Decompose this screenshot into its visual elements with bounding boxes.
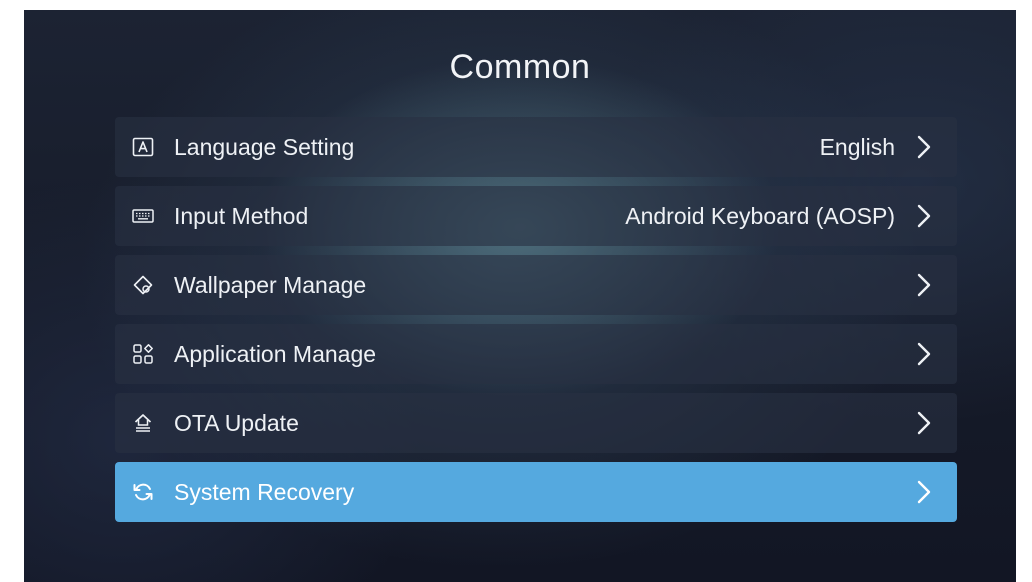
menu-item-input-method[interactable]: Input Method Android Keyboard (AOSP) [115,186,957,246]
menu-item-label: Language Setting [174,133,355,160]
update-house-icon [132,412,154,434]
menu-item-label: Input Method [174,202,309,229]
menu-item-label: OTA Update [174,409,299,436]
menu-item-value: Android Keyboard (AOSP) [625,202,895,229]
apps-grid-icon [132,343,154,365]
chevron-right-icon [917,411,931,435]
menu-item-label: System Recovery [174,478,355,505]
language-icon [132,136,154,158]
menu-item-application-manage[interactable]: Application Manage [115,324,957,384]
menu-item-language-setting[interactable]: Language Setting English [115,117,957,177]
chevron-right-icon [917,204,931,228]
menu-item-label: Application Manage [174,340,377,367]
menu-item-system-recovery[interactable]: System Recovery [115,462,957,522]
chevron-right-icon [917,135,931,159]
chevron-right-icon [917,273,931,297]
recovery-refresh-icon [132,481,154,503]
menu-item-wallpaper-manage[interactable]: Wallpaper Manage [115,255,957,315]
chevron-right-icon [917,342,931,366]
page-title: Common [449,48,591,86]
menu-item-value: English [819,133,895,160]
menu-item-ota-update[interactable]: OTA Update [115,393,957,453]
settings-screen: Common Language Setting English Input Me… [24,10,1016,582]
keyboard-icon [132,205,154,227]
chevron-right-icon [917,480,931,504]
settings-menu: Language Setting English Input Method An… [115,117,957,531]
paint-bucket-icon [132,274,154,296]
menu-item-label: Wallpaper Manage [174,271,367,298]
